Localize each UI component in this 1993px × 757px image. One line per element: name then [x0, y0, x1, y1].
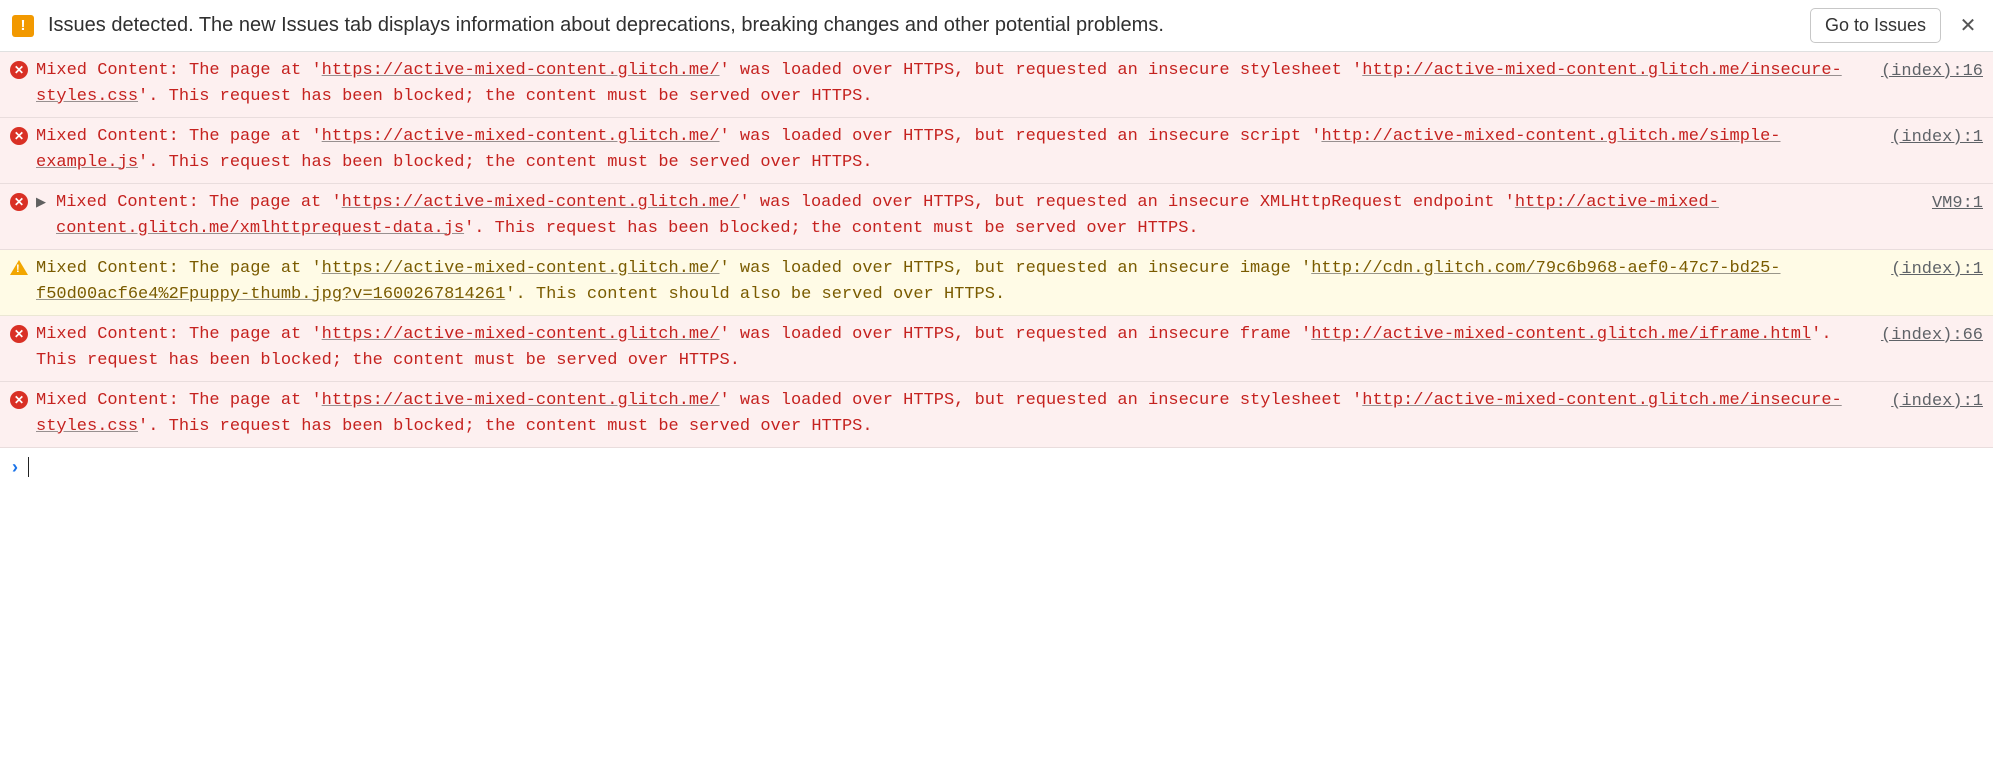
message-source-link[interactable]: VM9:1 [1932, 190, 1983, 217]
issues-banner: ! Issues detected. The new Issues tab di… [0, 0, 1993, 52]
console-message: ✕ Mixed Content: The page at 'https://act… [0, 118, 1993, 184]
message-source-link[interactable]: (index):1 [1891, 388, 1983, 415]
url-link[interactable]: https://active-mixed-content.glitch.me/ [322, 391, 720, 410]
error-icon: ✕ [10, 61, 28, 79]
error-icon: ✕ [10, 127, 28, 145]
console-message: ✕ Mixed Content: The page at 'https://act… [0, 382, 1993, 448]
message-text: Mixed Content: The page at 'https://acti… [36, 124, 1867, 175]
message-source-link[interactable]: (index):1 [1891, 256, 1983, 283]
url-link[interactable]: https://active-mixed-content.glitch.me/ [322, 61, 720, 80]
message-text: Mixed Content: The page at 'https://acti… [36, 322, 1857, 373]
message-text: Mixed Content: The page at 'https://acti… [36, 256, 1867, 307]
url-link[interactable]: https://active-mixed-content.glitch.me/ [322, 127, 720, 146]
go-to-issues-button[interactable]: Go to Issues [1810, 8, 1941, 43]
message-source-link[interactable]: (index):16 [1881, 58, 1983, 85]
error-icon: ✕ [10, 325, 28, 343]
console-prompt[interactable]: › [0, 448, 1993, 486]
warning-icon [10, 260, 28, 275]
message-text: Mixed Content: The page at 'https://acti… [36, 58, 1857, 109]
expand-icon[interactable]: ▶ [36, 192, 48, 212]
error-icon: ✕ [10, 391, 28, 409]
input-caret [28, 457, 29, 477]
console-message: ✕ ▶ Mixed Content: The page at 'https://ac… [0, 184, 1993, 250]
error-icon: ✕ [10, 193, 28, 211]
chevron-right-icon: › [12, 457, 18, 478]
url-link[interactable]: https://active-mixed-content.glitch.me/ [342, 193, 740, 212]
message-source-link[interactable]: (index):66 [1881, 322, 1983, 349]
url-link[interactable]: https://active-mixed-content.glitch.me/ [322, 325, 720, 344]
url-link[interactable]: http://active-mixed-content.glitch.me/if… [1311, 325, 1811, 344]
issues-icon: ! [12, 15, 34, 37]
message-source-link[interactable]: (index):1 [1891, 124, 1983, 151]
issues-banner-message: Issues detected. The new Issues tab disp… [48, 14, 1796, 37]
message-text: Mixed Content: The page at 'https://acti… [36, 388, 1867, 439]
console-message: ✕ Mixed Content: The page at 'https://act… [0, 316, 1993, 382]
url-link[interactable]: https://active-mixed-content.glitch.me/ [322, 259, 720, 278]
console-message: Mixed Content: The page at 'https://acti… [0, 250, 1993, 316]
close-icon[interactable]: ✕ [1955, 13, 1981, 39]
console-input[interactable] [39, 456, 1981, 478]
console-message: ✕ Mixed Content: The page at 'https://act… [0, 52, 1993, 118]
console-message-list: ✕ Mixed Content: The page at 'https://act… [0, 52, 1993, 448]
message-text: Mixed Content: The page at 'https://acti… [56, 190, 1908, 241]
